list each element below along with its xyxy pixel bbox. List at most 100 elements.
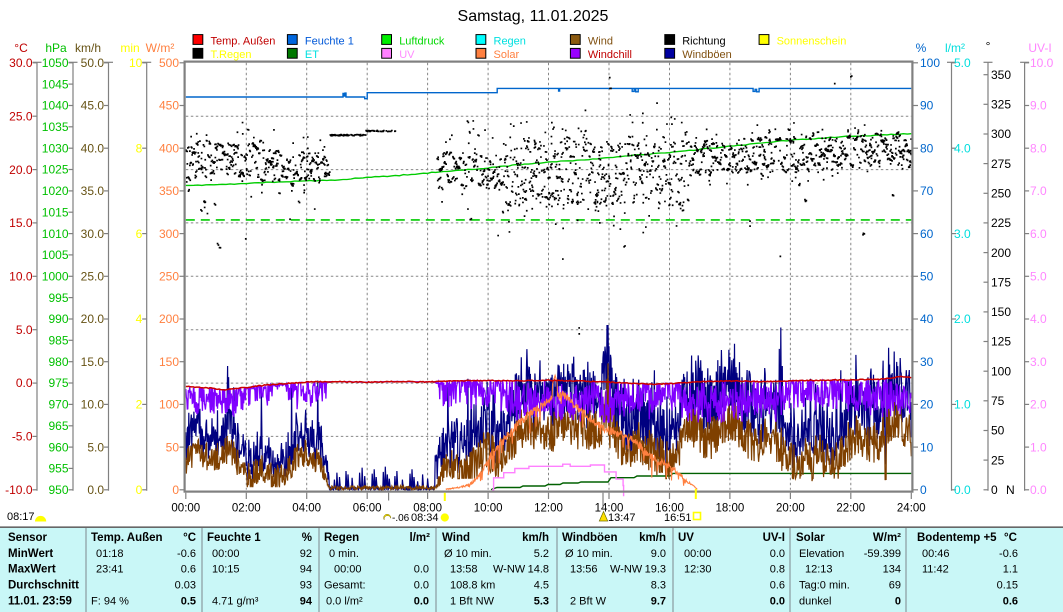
svg-text:92: 92 bbox=[300, 548, 312, 560]
svg-text:Windböen: Windböen bbox=[682, 49, 732, 61]
svg-text:Solar: Solar bbox=[796, 532, 825, 544]
svg-text:14.8: 14.8 bbox=[528, 564, 549, 576]
svg-text:980: 980 bbox=[48, 355, 68, 369]
svg-text:8.3: 8.3 bbox=[651, 580, 666, 592]
svg-text:Bodentemp +5: Bodentemp +5 bbox=[917, 532, 997, 544]
svg-text:04:00: 04:00 bbox=[292, 503, 321, 515]
svg-text:F: 94 %: F: 94 % bbox=[91, 596, 129, 608]
svg-text:0.0: 0.0 bbox=[1030, 483, 1047, 497]
svg-text:18:00: 18:00 bbox=[716, 503, 745, 515]
svg-text:22:00: 22:00 bbox=[836, 503, 865, 515]
svg-text:960: 960 bbox=[48, 440, 68, 454]
svg-text:94: 94 bbox=[300, 564, 312, 576]
svg-text:11.01. 23:59: 11.01. 23:59 bbox=[8, 596, 72, 608]
svg-text:0.15: 0.15 bbox=[997, 580, 1018, 592]
svg-text:dunkel: dunkel bbox=[799, 596, 831, 608]
svg-text:1.1: 1.1 bbox=[1003, 564, 1018, 576]
svg-text:km/h: km/h bbox=[639, 532, 666, 544]
svg-text:0.0: 0.0 bbox=[16, 376, 33, 390]
svg-text:325: 325 bbox=[991, 98, 1011, 112]
svg-text:300: 300 bbox=[159, 227, 179, 241]
svg-text:1005: 1005 bbox=[42, 248, 69, 262]
svg-text:35.0: 35.0 bbox=[81, 184, 105, 198]
svg-text:3.0: 3.0 bbox=[954, 227, 971, 241]
svg-text:93: 93 bbox=[300, 580, 312, 592]
svg-text:3.0: 3.0 bbox=[1030, 355, 1047, 369]
svg-text:19.3: 19.3 bbox=[645, 564, 666, 576]
svg-text:16:51: 16:51 bbox=[664, 512, 692, 524]
svg-text:Windböen: Windböen bbox=[562, 532, 617, 544]
svg-text:0: 0 bbox=[991, 483, 998, 497]
svg-text:Wind: Wind bbox=[442, 532, 470, 544]
svg-text:2.0: 2.0 bbox=[1030, 398, 1047, 412]
svg-text:-0.6: -0.6 bbox=[177, 548, 196, 560]
svg-text:4.0: 4.0 bbox=[954, 141, 971, 155]
svg-text:200: 200 bbox=[159, 312, 179, 326]
svg-text:08:34: 08:34 bbox=[411, 512, 439, 524]
svg-text:100: 100 bbox=[991, 364, 1011, 378]
svg-text:T.Regen: T.Regen bbox=[211, 49, 252, 61]
svg-text:10.0: 10.0 bbox=[9, 270, 33, 284]
svg-text:950: 950 bbox=[48, 483, 68, 497]
svg-text:4: 4 bbox=[136, 312, 143, 326]
svg-text:10: 10 bbox=[920, 440, 934, 454]
svg-text:Gesamt:: Gesamt: bbox=[324, 580, 366, 592]
svg-text:2: 2 bbox=[136, 398, 143, 412]
svg-text:10:15: 10:15 bbox=[212, 564, 240, 576]
svg-text:°: ° bbox=[986, 39, 991, 53]
svg-text:W-NW: W-NW bbox=[610, 564, 643, 576]
svg-text:Ø 10 min.: Ø 10 min. bbox=[565, 548, 613, 560]
svg-text:50: 50 bbox=[991, 424, 1005, 438]
svg-text:175: 175 bbox=[991, 275, 1011, 289]
svg-text:Durchschnitt: Durchschnitt bbox=[8, 580, 79, 592]
svg-text:2.0: 2.0 bbox=[954, 312, 971, 326]
svg-text:°C: °C bbox=[1004, 532, 1017, 544]
svg-text:W/m²: W/m² bbox=[873, 532, 901, 544]
svg-text:UV-I: UV-I bbox=[763, 532, 785, 544]
svg-text:5.0: 5.0 bbox=[1030, 270, 1047, 284]
svg-text:1050: 1050 bbox=[42, 56, 69, 70]
svg-text:6: 6 bbox=[136, 227, 143, 241]
svg-text:50.0: 50.0 bbox=[81, 56, 105, 70]
svg-text:Temp. Außen: Temp. Außen bbox=[91, 532, 163, 544]
svg-text:60: 60 bbox=[920, 227, 934, 241]
svg-text:-5.0: -5.0 bbox=[12, 430, 33, 444]
svg-text:90: 90 bbox=[920, 99, 934, 113]
svg-text:500: 500 bbox=[159, 56, 179, 70]
svg-text:UV: UV bbox=[399, 49, 415, 61]
svg-text:200: 200 bbox=[991, 246, 1011, 260]
svg-text:Solar: Solar bbox=[494, 49, 520, 61]
svg-text:Richtung: Richtung bbox=[682, 35, 725, 47]
svg-text:225: 225 bbox=[991, 216, 1011, 230]
svg-text:Feuchte 1: Feuchte 1 bbox=[207, 532, 261, 544]
svg-text:km/h: km/h bbox=[522, 532, 549, 544]
svg-text:Wind: Wind bbox=[588, 35, 613, 47]
svg-text:km/h: km/h bbox=[75, 41, 101, 55]
svg-text:50: 50 bbox=[166, 440, 180, 454]
svg-text:1030: 1030 bbox=[42, 141, 69, 155]
svg-text:134: 134 bbox=[883, 564, 901, 576]
svg-text:00:00: 00:00 bbox=[212, 548, 240, 560]
svg-text:0.0: 0.0 bbox=[954, 483, 971, 497]
svg-text:0: 0 bbox=[920, 483, 927, 497]
svg-text:Windchill: Windchill bbox=[588, 49, 632, 61]
svg-text:l/m²: l/m² bbox=[945, 41, 965, 55]
svg-text:0.6: 0.6 bbox=[1003, 596, 1018, 608]
svg-text:45.0: 45.0 bbox=[81, 99, 105, 113]
svg-text:955: 955 bbox=[48, 462, 68, 476]
svg-text:10:00: 10:00 bbox=[474, 503, 503, 515]
svg-text:100: 100 bbox=[159, 398, 179, 412]
svg-text:15.0: 15.0 bbox=[9, 216, 33, 230]
svg-text:0.0 l/m²: 0.0 l/m² bbox=[326, 596, 363, 608]
svg-text:02:00: 02:00 bbox=[232, 503, 261, 515]
svg-text:00:46: 00:46 bbox=[922, 548, 950, 560]
svg-text:80: 80 bbox=[920, 141, 934, 155]
svg-text:%: % bbox=[916, 41, 927, 55]
svg-text:0.0: 0.0 bbox=[770, 596, 785, 608]
svg-text:Ø 10 min.: Ø 10 min. bbox=[444, 548, 492, 560]
svg-text:150: 150 bbox=[159, 355, 179, 369]
svg-text:30: 30 bbox=[920, 355, 934, 369]
svg-text:Regen: Regen bbox=[494, 35, 526, 47]
svg-text:4.5: 4.5 bbox=[534, 580, 549, 592]
svg-text:0.0: 0.0 bbox=[414, 564, 429, 576]
